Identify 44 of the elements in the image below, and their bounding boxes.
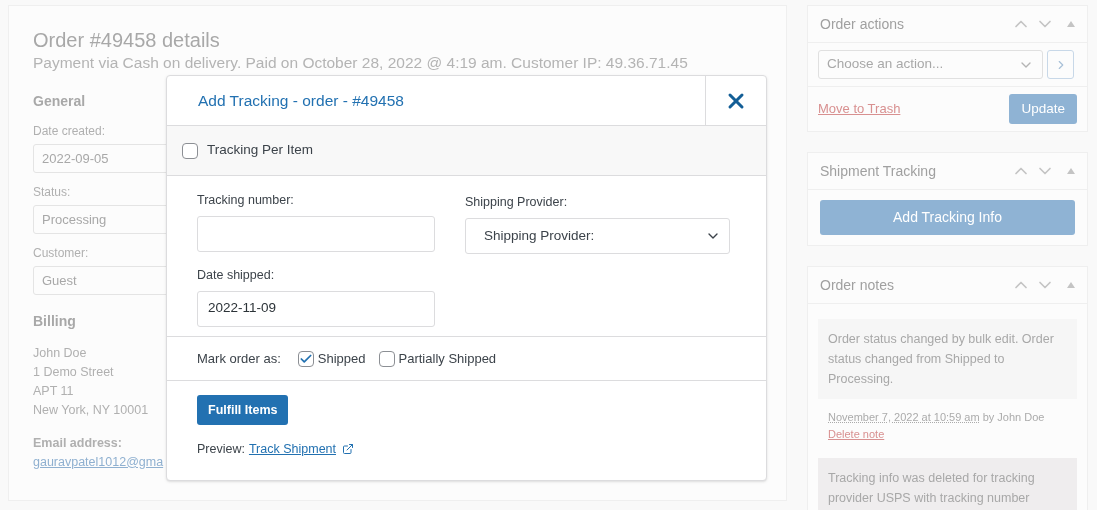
panel-title: Order actions [820, 14, 906, 34]
panel-title: Shipment Tracking [820, 161, 937, 181]
note-date-link[interactable]: November 7, 2022 at 10:59 am [828, 409, 980, 426]
date-shipped-field[interactable]: 2022-11-09 [197, 290, 435, 327]
order-title: Order #49458 details [33, 28, 220, 53]
fulfill-items-button[interactable]: Fulfill Items [197, 395, 289, 425]
field-label: Email address: [33, 435, 122, 452]
update-button[interactable]: Update [1009, 94, 1077, 124]
checkbox[interactable] [297, 350, 314, 367]
address-line: APT 11 [33, 383, 74, 400]
address-line: 1 Demo Street [33, 364, 114, 381]
field-label: Status: [33, 184, 71, 201]
delete-note-link[interactable]: Delete note [828, 426, 885, 443]
panel-title: Order notes [820, 275, 895, 295]
add-tracking-info-button[interactable]: Add Tracking Info [820, 200, 1075, 235]
note-author: by John Doe [982, 410, 1045, 425]
note-text: Order status changed by bulk edit. Order status changed from Shipped to Processing. [818, 319, 1077, 399]
mark-order-label: Mark order as: [197, 349, 281, 368]
order-subtitle: Payment via Cash on delivery. Paid on October 28, 2022 @ 4:19 am. Customer IP: 49.36.71.45 [33, 53, 688, 73]
collapse-icon[interactable] [1067, 168, 1075, 174]
email-link[interactable]: gauravpatel1012@gma [33, 452, 164, 472]
apply-button[interactable] [1047, 50, 1074, 79]
field-label: Shipping Provider: [465, 194, 569, 211]
tracking-number-field[interactable] [197, 215, 435, 252]
collapse-icon[interactable] [1067, 21, 1075, 27]
checkbox[interactable] [182, 142, 198, 159]
preview-label: Preview: [197, 441, 245, 458]
field-label: Date created: [33, 123, 106, 140]
checkbox[interactable] [378, 350, 395, 367]
shipping-provider-select[interactable]: Shipping Provider: [465, 217, 730, 254]
section-heading: Billing [33, 312, 76, 331]
address-line: John Doe [33, 345, 87, 362]
checkbox-label: Partially Shipped [398, 349, 497, 368]
modal-title: Add Tracking - order - #49458 [198, 90, 404, 111]
track-shipment-link[interactable]: Track Shipment [248, 440, 336, 459]
section-heading: General [33, 92, 86, 111]
action-select[interactable]: Choose an action... [818, 50, 1043, 79]
collapse-icon[interactable] [1067, 282, 1075, 288]
note-text: Tracking info was deleted for tracking provider USPS with tracking number [818, 458, 1077, 510]
field-label: Customer: [33, 245, 89, 262]
move-to-trash-link[interactable]: Move to Trash [818, 99, 901, 119]
external-link-icon [342, 443, 354, 456]
checkbox-label: Shipped [317, 349, 366, 368]
address-line: New York, NY 10001 [33, 402, 149, 419]
